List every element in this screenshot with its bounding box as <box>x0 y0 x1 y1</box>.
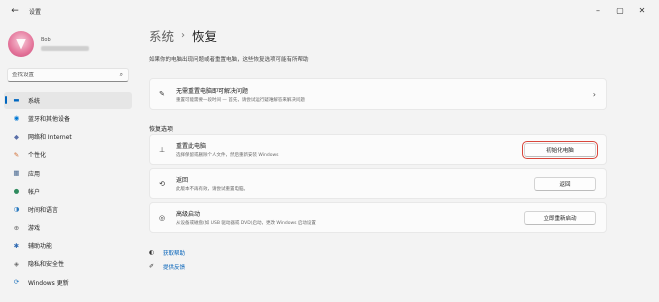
sidebar-item-label: 应用 <box>28 170 41 178</box>
chevron-right-icon: › <box>592 89 596 99</box>
recovery-option-card: ⊥ 重置此电脑选择保留或删除个人文件，然后重新安装 Windows 初始化电脑 <box>149 134 607 165</box>
help-link[interactable]: ◐ 获取帮助 <box>149 246 185 259</box>
sidebar-item-label: 蓝牙和其他设备 <box>28 115 71 123</box>
close-button[interactable]: ✕ <box>631 2 653 18</box>
sidebar-item[interactable]: ▬ 系统 <box>4 92 132 109</box>
sidebar-item[interactable]: ◆ 网络和 Internet <box>4 128 132 145</box>
help-icon: ◐ <box>149 249 155 256</box>
sidebar-item-label: Windows 更新 <box>28 279 69 287</box>
option-title: 高级启动 <box>176 211 201 218</box>
option-title: 返回 <box>176 177 189 184</box>
sidebar-item[interactable]: ⊕ 游戏 <box>4 219 132 236</box>
sidebar-item[interactable]: ◈ 隐私和安全性 <box>4 256 132 273</box>
apps-icon: ▦ <box>13 169 20 177</box>
sidebar-item[interactable]: ◑ 时间和语言 <box>4 201 132 218</box>
option-subtitle: 此版本不再有效，请尝试重置电脑。 <box>176 187 248 192</box>
accessibility-icon: ✱ <box>13 241 20 250</box>
feedback-icon: ✐ <box>149 263 155 270</box>
system-icon: ▬ <box>13 96 20 105</box>
breadcrumb-separator: › <box>181 30 186 41</box>
sidebar-item[interactable]: ◉ 蓝牙和其他设备 <box>4 110 132 127</box>
recovery-option-card: ⟲ 返回 此版本不再有效，请尝试重置电脑。 返回 <box>149 168 607 199</box>
troubleshoot-card[interactable]: ✎ 无需重置电脑即可解决问题 重置可能需要一段时间 — 首先，请尝试运行疑难解答… <box>149 78 607 110</box>
help-link-label[interactable]: 提供反馈 <box>163 263 185 271</box>
gaming-icon: ⊕ <box>13 223 20 232</box>
profile-name: Bob <box>41 37 51 43</box>
option-title: 重置此电脑 <box>176 143 207 150</box>
page-description: 如果你的电脑出现问题或者重置电脑，这些恢复选项可能有所帮助 <box>149 57 309 63</box>
sidebar-item[interactable]: ✎ 个性化 <box>4 147 132 164</box>
sidebar-item-label: 网络和 Internet <box>28 134 72 142</box>
help-link[interactable]: ✐ 提供反馈 <box>149 260 185 273</box>
sidebar-item-label: 辅助功能 <box>28 243 53 251</box>
privacy-icon: ◈ <box>14 259 19 268</box>
option-button[interactable]: 返回 <box>534 176 596 191</box>
help-links: ◐ 获取帮助 ✐ 提供反馈 <box>149 246 185 274</box>
page-title: 恢复 <box>192 29 218 44</box>
option-subtitle: 从设备或磁盘(如 USB 驱动器或 DVD)启动，更改 Windows 启动设置 <box>176 221 316 226</box>
sidebar-item-label: 时间和语言 <box>28 206 59 214</box>
maximize-button[interactable]: ▢ <box>609 2 631 18</box>
app-title: 设置 <box>29 8 42 16</box>
sidebar-item[interactable]: ● 帐户 <box>4 183 132 200</box>
minimize-button[interactable]: – <box>587 2 609 18</box>
search-icon[interactable]: ⌕ <box>120 71 123 79</box>
sidebar-item-label: 隐私和安全性 <box>28 261 65 269</box>
window-controls: – ▢ ✕ <box>587 2 653 18</box>
sidebar-item[interactable]: ✱ 辅助功能 <box>4 238 132 255</box>
reset-pc-icon: ⊥ <box>158 145 166 154</box>
bluetooth-icon: ◉ <box>13 114 20 123</box>
option-button[interactable]: 初始化电脑 <box>522 140 598 159</box>
section-title: 恢复选项 <box>149 126 174 133</box>
profile-email-blurred <box>41 46 89 51</box>
search-input[interactable] <box>12 72 112 78</box>
troubleshoot-subtitle: 重置可能需要一段时间 — 首先，请尝试运行疑难解答来解决问题 <box>176 97 305 103</box>
sidebar-item-label: 个性化 <box>28 152 47 160</box>
time-language-icon: ◑ <box>13 205 20 214</box>
sidebar-item[interactable]: ▦ 应用 <box>4 165 132 182</box>
option-button[interactable]: 立即重新启动 <box>524 210 596 225</box>
avatar <box>8 31 34 57</box>
go-back-icon: ⟲ <box>159 179 165 188</box>
search-box[interactable]: ⌕ <box>7 68 129 82</box>
title-bar: ← 设置 – ▢ ✕ <box>0 0 659 22</box>
sidebar-item-label: 系统 <box>28 97 41 105</box>
sidebar-nav: ▬ 系统 ◉ 蓝牙和其他设备 ◆ 网络和 Internet ✎ 个性化 ▦ 应用 ● 帐户 ◑ 时间和语言… <box>4 92 132 292</box>
accounts-icon: ● <box>13 187 20 196</box>
option-subtitle: 选择保留或删除个人文件，然后重新安装 Windows <box>176 153 279 158</box>
wrench-icon: ✎ <box>159 90 165 98</box>
sidebar-item-label: 游戏 <box>28 225 41 233</box>
breadcrumb: 系统 › 恢复 <box>149 26 217 45</box>
sidebar-item[interactable]: ⟳ Windows 更新 <box>4 274 132 291</box>
troubleshoot-title: 无需重置电脑即可解决问题 <box>176 87 249 95</box>
breadcrumb-parent[interactable]: 系统 <box>149 26 174 45</box>
sidebar-item-label: 帐户 <box>28 188 41 196</box>
personalization-icon: ✎ <box>13 150 20 159</box>
back-arrow-icon[interactable]: ← <box>7 3 23 19</box>
recovery-option-card: ◎ 高级启动从设备或磁盘(如 USB 驱动器或 DVD)启动，更改 Windows… <box>149 202 607 233</box>
network-icon: ◆ <box>14 132 19 141</box>
user-profile[interactable]: Bob <box>8 31 89 57</box>
sidebar: Bob ⌕ ▬ 系统 ◉ 蓝牙和其他设备 ◆ 网络和 Internet ✎ 个性化 ▦ 应用 ● 帐户… <box>0 22 138 302</box>
windows-update-icon: ⟳ <box>13 278 20 287</box>
help-link-label[interactable]: 获取帮助 <box>163 249 185 257</box>
advanced-startup-icon: ◎ <box>158 213 166 222</box>
